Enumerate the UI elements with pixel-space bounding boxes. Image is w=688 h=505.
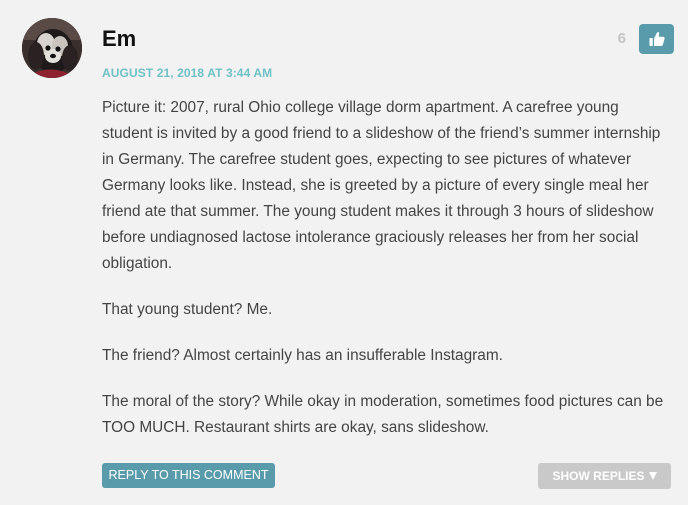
comment-paragraph: The friend? Almost certainly has an insu… [102,347,503,364]
like-count: 6 [617,30,626,47]
comment-author: Em [102,26,137,51]
like-button[interactable] [639,24,674,54]
show-replies-button[interactable]: SHOW REPLIES [538,463,671,489]
comment-body: Picture it: 2007, rural Ohio college vil… [102,95,670,461]
thumbs-up-icon [649,32,665,46]
reply-button[interactable]: REPLY TO THIS COMMENT [102,463,275,488]
comment-paragraph: The moral of the story? While okay in mo… [102,393,664,436]
show-replies-label: SHOW REPLIES [552,469,645,483]
comment-paragraph: That young student? Me. [102,301,273,318]
caret-down-icon [648,472,657,480]
comment-timestamp[interactable]: AUGUST 21, 2018 AT 3:44 AM [102,65,272,81]
comment-paragraph: Picture it: 2007, rural Ohio college vil… [102,99,661,272]
comment: Em AUGUST 21, 2018 AT 3:44 AM 6 Picture … [0,0,688,505]
dog-avatar-image [22,18,82,78]
reply-button-label: REPLY TO THIS COMMENT [108,468,269,482]
avatar[interactable] [22,18,82,78]
